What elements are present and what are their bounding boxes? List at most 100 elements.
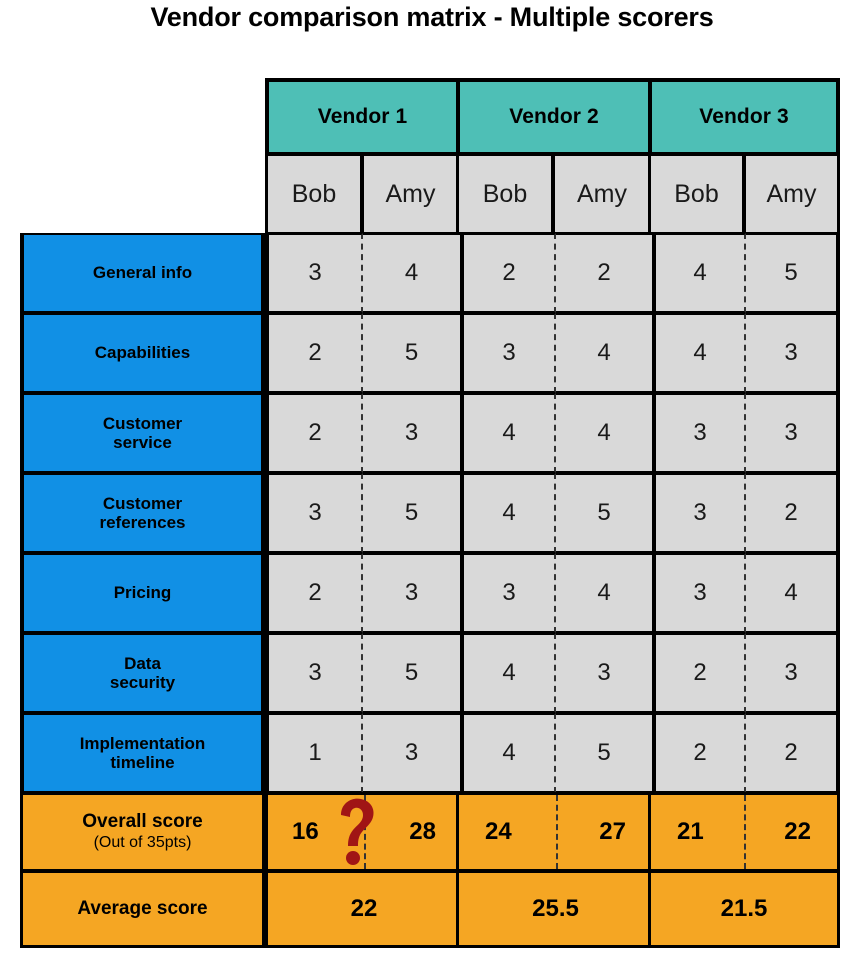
score-value: 4 [693, 258, 707, 286]
score-cell: 2 [265, 393, 363, 473]
average-score-vendor-3: 21.5 [648, 870, 840, 948]
criteria-label-customer-references: Customer references [20, 473, 265, 553]
score-value: 3 [693, 578, 707, 606]
score-cell: 3 [363, 553, 460, 633]
score-cell: 4 [652, 313, 746, 393]
overall-score-value: 21 [677, 817, 704, 845]
score-value: 3 [784, 338, 798, 366]
criteria-label-capabilities: Capabilities [20, 313, 265, 393]
score-cell: 1 [265, 713, 363, 793]
score-cell: 3 [363, 393, 460, 473]
overall-score-sublabel: (Out of 35pts) [93, 833, 192, 851]
criteria-line: timeline [110, 753, 175, 772]
criteria-line: Data [124, 653, 161, 673]
score-value: 2 [308, 578, 322, 606]
vendor-comparison-matrix: Vendor 1 Vendor 2 Vendor 3 Bob Amy Bob A… [20, 78, 840, 950]
page-title: Vendor comparison matrix - Multiple scor… [150, 2, 714, 32]
score-cell: 4 [363, 233, 460, 313]
criteria-label-pricing: Pricing [20, 553, 265, 633]
scorer-label: Bob [291, 180, 337, 208]
score-value: 4 [597, 418, 611, 446]
score-value: 2 [308, 418, 322, 446]
average-score-title: Average score [77, 897, 208, 919]
scorer-header-v3-bob: Bob [648, 153, 745, 235]
score-cell: 5 [363, 313, 460, 393]
score-value: 4 [597, 338, 611, 366]
criteria-line: references [99, 513, 186, 532]
scorer-label: Bob [674, 180, 719, 208]
score-value: 5 [597, 738, 611, 766]
overall-score-value: 16 [292, 817, 319, 845]
overall-score-value: 22 [784, 817, 811, 845]
score-value: 3 [308, 498, 322, 526]
average-score-label: Average score [20, 870, 265, 948]
score-cell: 5 [363, 473, 460, 553]
score-value: 3 [502, 338, 516, 366]
overall-score-vendor-3: 21 22 [648, 792, 840, 872]
score-value: 3 [693, 498, 707, 526]
criteria-line: service [113, 433, 172, 452]
score-value: 3 [404, 738, 419, 766]
score-value: 3 [502, 578, 516, 606]
score-value: 3 [597, 658, 611, 686]
score-value: 4 [502, 418, 516, 446]
criteria-line: Pricing [113, 583, 172, 603]
criteria-label-customer-service: Customer service [20, 393, 265, 473]
score-cell: 4 [460, 393, 556, 473]
scorer-divider [555, 795, 558, 869]
score-value: 5 [784, 258, 798, 286]
overall-score-vendor-2: 24 27 [456, 792, 652, 872]
score-cell: 3 [652, 393, 746, 473]
score-value: 2 [597, 258, 611, 286]
score-value: 4 [502, 738, 516, 766]
score-cell: 4 [556, 313, 652, 393]
score-value: 4 [784, 578, 798, 606]
score-cell: 2 [556, 233, 652, 313]
vendor-header-label: Vendor 1 [317, 105, 408, 129]
score-value: 3 [404, 418, 419, 446]
score-cell: 4 [460, 713, 556, 793]
score-cell: 4 [556, 553, 652, 633]
scorer-label: Amy [766, 180, 817, 208]
overall-score-value: 27 [599, 817, 626, 845]
overall-score-value: 28 [409, 817, 436, 845]
score-value: 3 [784, 658, 798, 686]
score-cell: 3 [746, 393, 840, 473]
score-cell: 4 [556, 393, 652, 473]
score-value: 5 [404, 338, 419, 366]
scorer-header-v2-bob: Bob [456, 153, 554, 235]
score-value: 3 [308, 658, 322, 686]
score-cell: 4 [460, 473, 556, 553]
score-value: 5 [404, 658, 419, 686]
matrix-grid: Vendor 1 Vendor 2 Vendor 3 Bob Amy Bob A… [20, 78, 840, 950]
scorer-header-v1-bob: Bob [265, 153, 363, 235]
vendor-header-3: Vendor 3 [648, 78, 840, 156]
score-value: 2 [308, 338, 322, 366]
score-cell: 3 [265, 633, 363, 713]
score-value: 4 [502, 498, 516, 526]
score-value: 1 [308, 738, 322, 766]
score-cell: 3 [652, 553, 746, 633]
criteria-line: Customer [102, 493, 183, 513]
vendor-header-1: Vendor 1 [265, 78, 460, 156]
score-cell: 4 [746, 553, 840, 633]
score-value: 4 [502, 658, 516, 686]
criteria-label-data-security: Data security [20, 633, 265, 713]
score-cell: 3 [556, 633, 652, 713]
average-score-value: 21.5 [720, 894, 768, 922]
overall-score-value: 24 [485, 817, 512, 845]
score-cell: 3 [265, 473, 363, 553]
vendor-header-2: Vendor 2 [456, 78, 652, 156]
average-score-value: 22 [350, 894, 378, 922]
score-cell: 5 [556, 473, 652, 553]
score-cell: 2 [746, 473, 840, 553]
criteria-line: Customer [102, 413, 183, 433]
criteria-label-implementation-timeline: Implementation timeline [20, 713, 265, 793]
score-cell: 5 [363, 633, 460, 713]
score-cell: 4 [460, 633, 556, 713]
score-cell: 2 [265, 313, 363, 393]
score-cell: 3 [460, 313, 556, 393]
criteria-line: General info [92, 263, 193, 283]
score-value: 4 [597, 578, 611, 606]
criteria-line: security [109, 673, 176, 692]
